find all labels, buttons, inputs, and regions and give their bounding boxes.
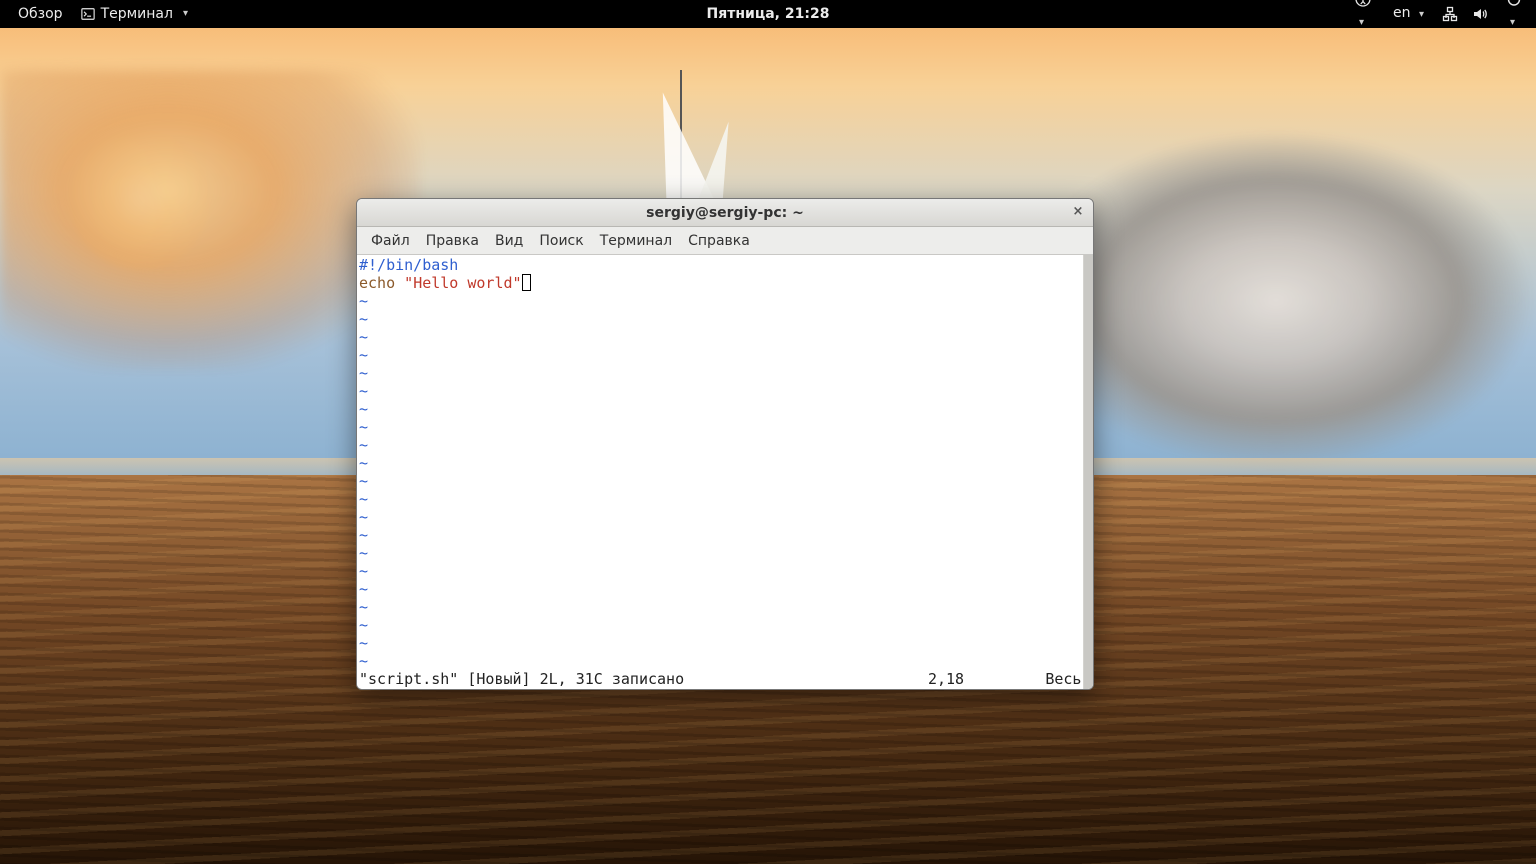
close-button[interactable]: ×	[1069, 204, 1087, 222]
clock-label: Пятница, 21:28	[0, 0, 1536, 28]
window-titlebar[interactable]: sergiy@sergiy-pc: ~ ×	[357, 199, 1093, 227]
terminal-window: sergiy@sergiy-pc: ~ × Файл Правка Вид По…	[356, 198, 1094, 690]
power-menu[interactable]	[1502, 0, 1526, 37]
terminal-viewport[interactable]: #!/bin/bash echo "Hello world" ~ ~ ~ ~ ~…	[357, 255, 1093, 689]
menu-search[interactable]: Поиск	[531, 230, 591, 252]
network-wired-icon	[1442, 6, 1458, 22]
input-language-label: en	[1393, 5, 1411, 21]
terminal-icon	[81, 7, 95, 21]
gnome-top-bar: Обзор Терминал Пятница, 21:28 en	[0, 0, 1536, 28]
volume-icon	[1472, 6, 1488, 22]
menu-terminal[interactable]: Терминал	[592, 230, 680, 252]
volume-menu[interactable]	[1472, 6, 1488, 22]
active-app-menu[interactable]: Терминал	[75, 0, 194, 28]
menu-file[interactable]: Файл	[363, 230, 418, 252]
network-menu[interactable]	[1442, 6, 1458, 22]
decorative-clouds	[1016, 130, 1536, 470]
close-icon: ×	[1073, 204, 1084, 219]
activities-button[interactable]: Обзор	[10, 0, 71, 28]
window-title: sergiy@sergiy-pc: ~	[646, 205, 804, 221]
accessibility-menu[interactable]	[1351, 0, 1375, 37]
active-app-label: Терминал	[101, 0, 173, 28]
accessibility-icon	[1355, 0, 1371, 7]
power-icon	[1506, 0, 1522, 7]
menu-view[interactable]: Вид	[487, 230, 531, 252]
menu-edit[interactable]: Правка	[418, 230, 487, 252]
text-cursor	[522, 274, 531, 291]
menubar: Файл Правка Вид Поиск Терминал Справка	[357, 227, 1093, 255]
input-language-menu[interactable]: en	[1389, 0, 1428, 29]
menu-help[interactable]: Справка	[680, 230, 758, 252]
scrollbar-thumb[interactable]	[1084, 255, 1093, 689]
scrollbar[interactable]	[1083, 255, 1093, 689]
